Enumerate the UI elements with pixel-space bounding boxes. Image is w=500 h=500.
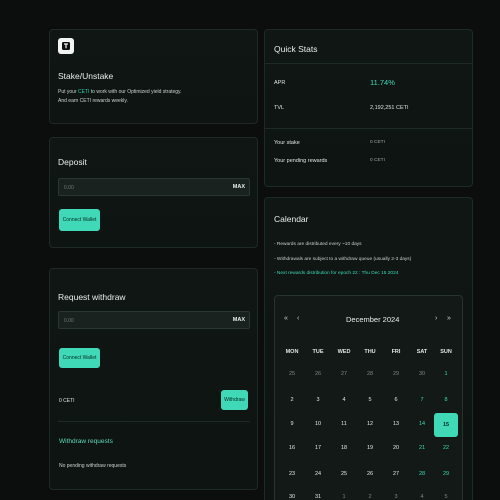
withdraw-requests-title: Withdraw requests	[59, 438, 113, 445]
calendar-day[interactable]: 7	[412, 391, 432, 409]
quick-stats-title: Quick Stats	[274, 44, 318, 54]
calendar-day[interactable]: 29	[386, 365, 406, 383]
calendar-day[interactable]: 12	[360, 415, 380, 433]
calendar-day[interactable]: 10	[308, 415, 328, 433]
deposit-connect-wallet-button[interactable]: Connect Wallet	[59, 209, 100, 231]
calendar-day[interactable]: 20	[386, 439, 406, 457]
calendar-day[interactable]: 21	[412, 439, 432, 457]
your-stake-value: 0 CETI	[370, 140, 385, 145]
calendar-day[interactable]: 3	[308, 391, 328, 409]
withdraw-requests-empty: No pending withdraw requests	[59, 463, 127, 469]
calendar-day[interactable]: 25	[282, 365, 302, 383]
calendar-day[interactable]: 15	[434, 413, 458, 437]
calendar-prev-year-button[interactable]: «	[284, 315, 288, 322]
calendar-day[interactable]: 14	[412, 415, 432, 433]
calendar-day[interactable]: 11	[334, 415, 354, 433]
calendar-day[interactable]: 22	[436, 439, 456, 457]
pending-rewards-label: Your pending rewards	[274, 158, 328, 164]
calendar-day[interactable]: 27	[334, 365, 354, 383]
quick-stats-divider-top	[265, 63, 472, 64]
calendar-day[interactable]: 5	[436, 488, 456, 500]
calendar-note-withdrawals: - Withdrawals are subject to a withdraw …	[274, 257, 412, 262]
deposit-max-button[interactable]: MAX	[233, 184, 245, 190]
deposit-title: Deposit	[58, 157, 87, 167]
calendar-day[interactable]: 1	[436, 365, 456, 383]
withdraw-title: Request withdraw	[58, 292, 126, 302]
deposit-placeholder: 0.00	[64, 184, 74, 191]
withdraw-connect-wallet-button[interactable]: Connect Wallet	[59, 348, 100, 368]
tvl-value: 2,192,251 CETI	[370, 105, 409, 111]
calendar-next-year-button[interactable]: »	[447, 315, 451, 322]
calendar-widget: « ‹ December 2024 › » MON TUE WED THU FRI SAT…	[274, 295, 463, 500]
calendar-weekday-wed: WED	[337, 349, 351, 355]
calendar-weekday-fri: FRI	[391, 349, 401, 355]
withdraw-amount-input[interactable]: 0.00 MAX	[58, 311, 250, 329]
calendar-day[interactable]: 31	[308, 488, 328, 500]
calendar-day[interactable]: 28	[412, 465, 432, 483]
calendar-note-next-epoch: - Next rewards distribution for epoch 22…	[274, 271, 399, 276]
ceti-logo-icon	[58, 38, 74, 54]
calendar-day[interactable]: 9	[282, 415, 302, 433]
calendar-day[interactable]: 16	[282, 439, 302, 457]
ceti-link[interactable]: CETI	[78, 89, 89, 95]
calendar-weekday-mon: MON	[285, 349, 299, 355]
calendar-weekday-tue: TUE	[312, 349, 324, 355]
calendar-day[interactable]: 30	[282, 488, 302, 500]
calendar-day[interactable]: 27	[386, 465, 406, 483]
calendar-day[interactable]: 26	[308, 365, 328, 383]
stake-desc-prefix: Put your	[58, 89, 79, 95]
calendar-day[interactable]: 6	[386, 391, 406, 409]
calendar-day[interactable]: 17	[308, 439, 328, 457]
apr-label: APR	[274, 80, 286, 86]
calendar-month-label[interactable]: December 2024	[346, 315, 399, 324]
calendar-day[interactable]: 13	[386, 415, 406, 433]
calendar-weekday-thu: THU	[364, 349, 376, 355]
stake-description-line2: And earn CETI rewards weekly.	[58, 98, 128, 104]
quick-stats-divider-mid	[265, 128, 472, 129]
withdraw-placeholder: 0.00	[64, 317, 74, 324]
pending-rewards-value: 0 CETI	[370, 158, 385, 163]
calendar-day[interactable]: 28	[360, 365, 380, 383]
calendar-weekday-sat: SAT	[416, 349, 428, 355]
calendar-day[interactable]: 4	[412, 488, 432, 500]
your-stake-label: Your stake	[274, 140, 300, 146]
calendar-day[interactable]: 19	[360, 439, 380, 457]
calendar-note-rewards: - Rewards are distributed every ~10 days	[274, 242, 362, 247]
withdraw-card: Request withdraw 0.00 MAX Connect Wallet…	[49, 268, 258, 490]
calendar-weekday-sun: SUN	[440, 349, 452, 355]
stake-description-line1: Put your CETI to work with our Optimized…	[58, 89, 182, 95]
withdraw-divider	[58, 421, 250, 422]
calendar-day[interactable]: 3	[386, 488, 406, 500]
withdraw-max-button[interactable]: MAX	[233, 317, 245, 323]
calendar-day[interactable]: 2	[282, 391, 302, 409]
calendar-day[interactable]: 26	[360, 465, 380, 483]
calendar-day[interactable]: 2	[360, 488, 380, 500]
calendar-day[interactable]: 18	[334, 439, 354, 457]
deposit-card: Deposit 0.00 MAX Connect Wallet	[49, 137, 258, 248]
deposit-amount-input[interactable]: 0.00 MAX	[58, 178, 250, 196]
calendar-day[interactable]: 23	[282, 465, 302, 483]
calendar-day[interactable]: 30	[412, 365, 432, 383]
calendar-day[interactable]: 25	[334, 465, 354, 483]
tvl-label: TVL	[274, 105, 285, 111]
withdraw-button[interactable]: Withdraw	[221, 390, 248, 410]
calendar-day[interactable]: 1	[334, 488, 354, 500]
calendar-day[interactable]: 29	[436, 465, 456, 483]
quick-stats-card: Quick Stats APR 11.74% TVL 2,192,251 CET…	[264, 29, 473, 187]
withdraw-balance: 0 CETI	[59, 398, 75, 404]
calendar-day[interactable]: 5	[360, 391, 380, 409]
stake-title: Stake/Unstake	[58, 71, 114, 81]
calendar-day[interactable]: 24	[308, 465, 328, 483]
stake-desc-suffix: to work with our Optimized yield strateg…	[89, 89, 182, 95]
calendar-prev-month-button[interactable]: ‹	[297, 315, 299, 322]
calendar-day[interactable]: 4	[334, 391, 354, 409]
stake-card: Stake/Unstake Put your CETI to work with…	[49, 29, 258, 124]
calendar-day[interactable]: 8	[436, 391, 456, 409]
apr-value: 11.74%	[370, 78, 395, 87]
calendar-title: Calendar	[274, 214, 309, 224]
calendar-next-month-button[interactable]: ›	[435, 315, 437, 322]
